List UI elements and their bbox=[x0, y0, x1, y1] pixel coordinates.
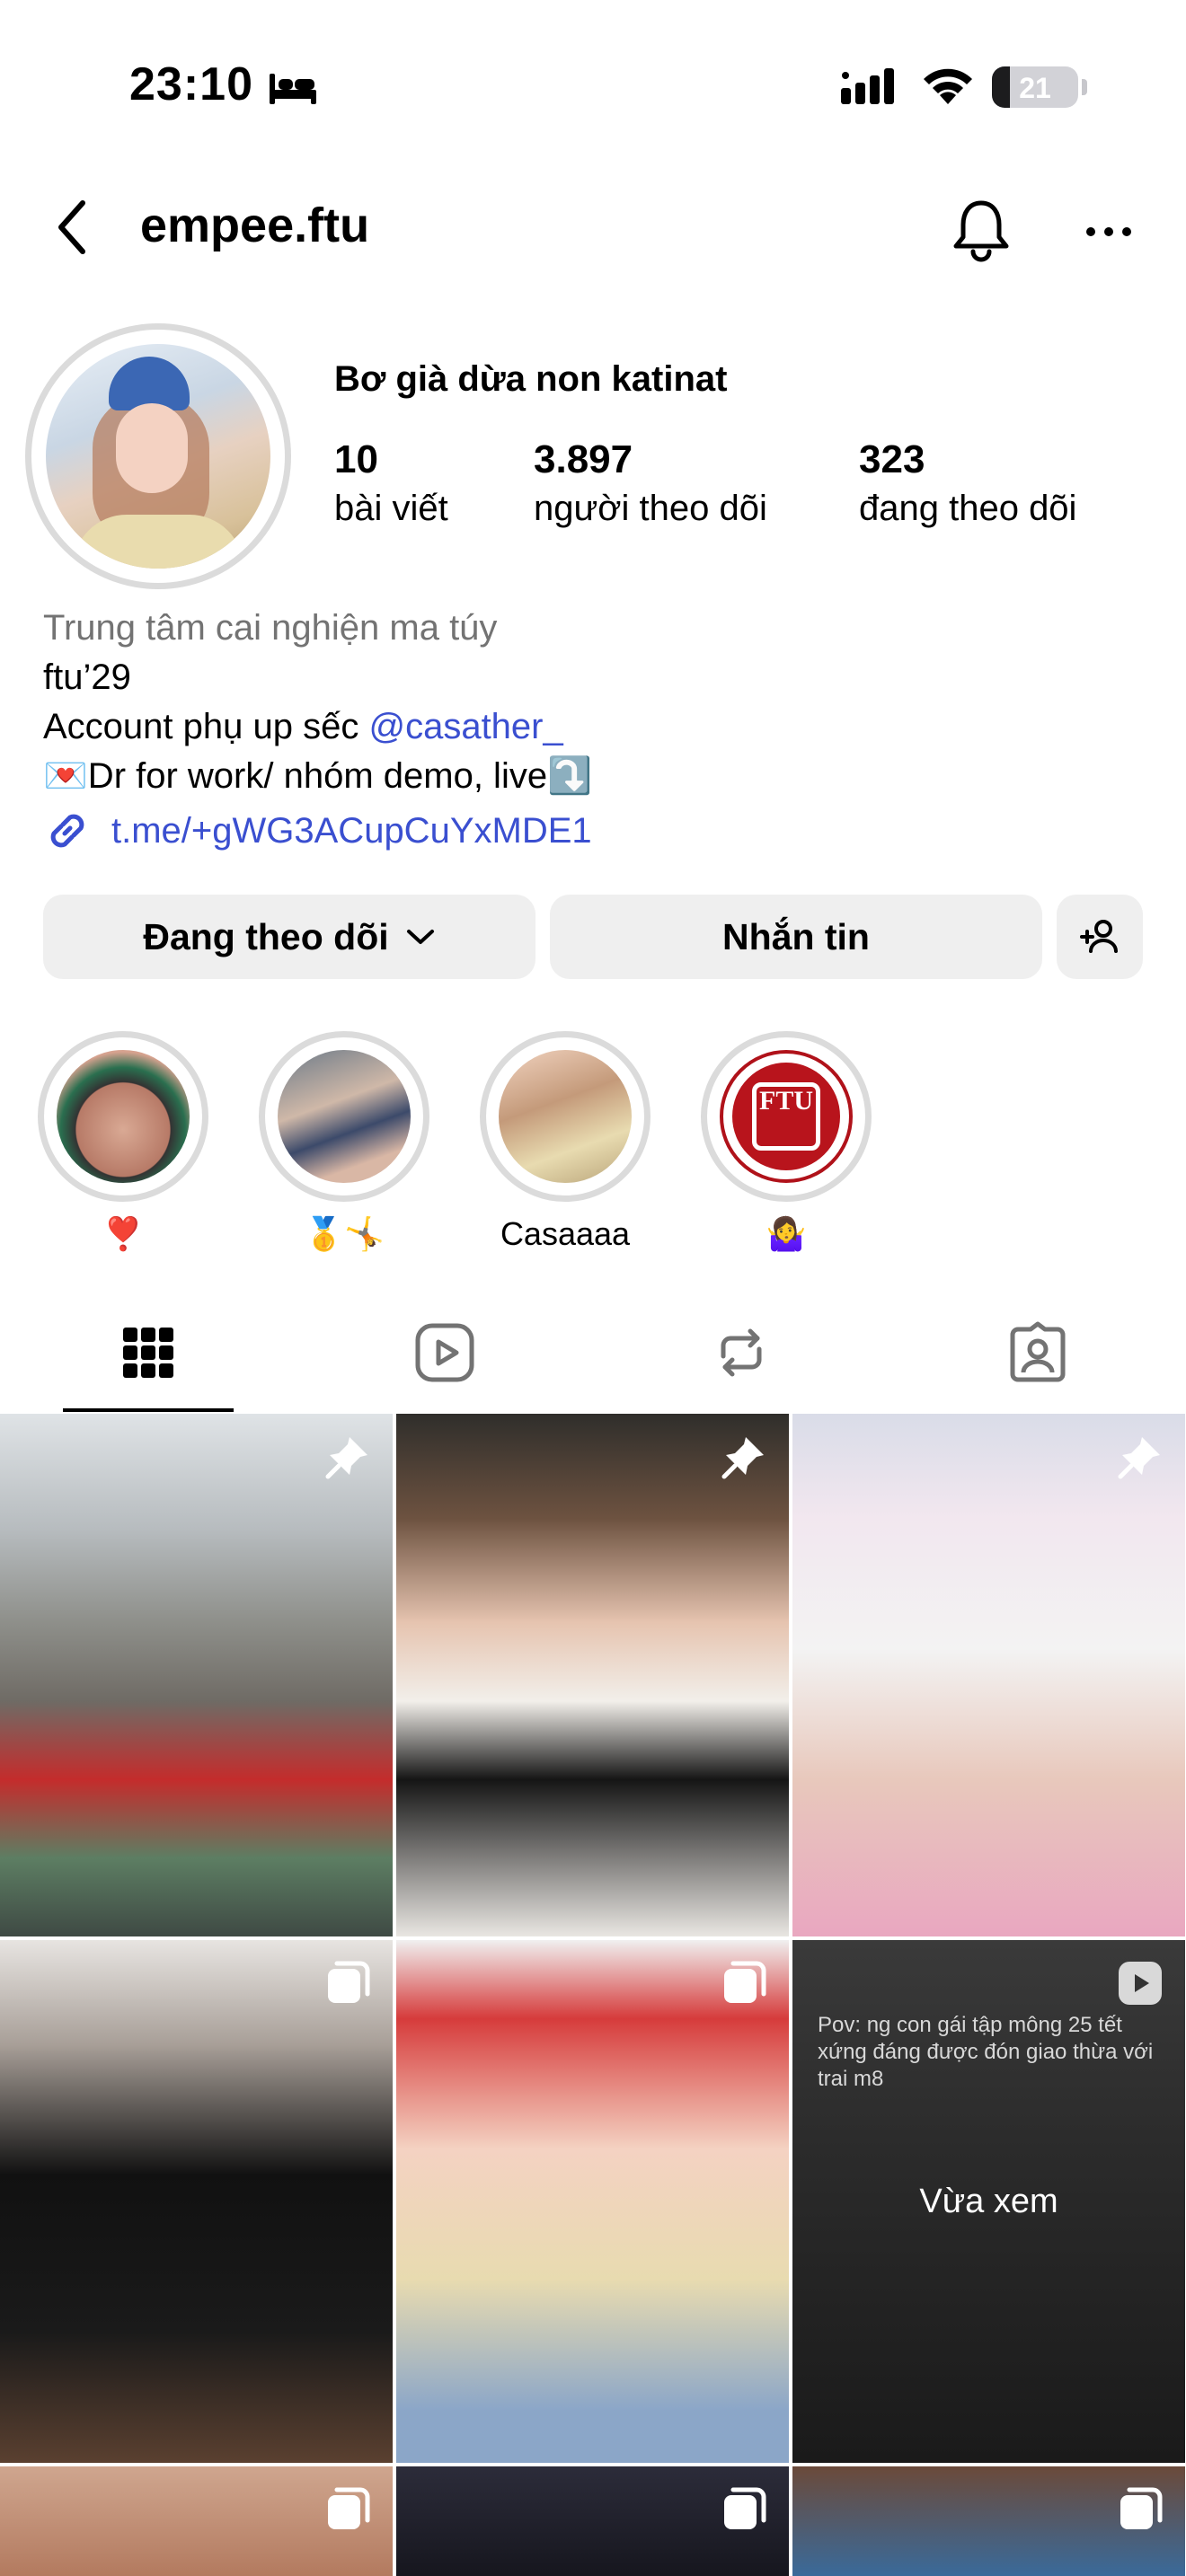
highlight-label: ❣️ bbox=[102, 1215, 144, 1252]
story-highlight[interactable]: Casaaaa bbox=[480, 1031, 651, 1254]
pin-icon bbox=[325, 1437, 367, 1479]
highlight-ring bbox=[38, 1031, 208, 1202]
tab-tagged[interactable] bbox=[890, 1293, 1186, 1412]
stat-posts[interactable]: 10 bài viết bbox=[334, 437, 448, 532]
post-thumbnail[interactable] bbox=[396, 1940, 789, 2463]
wifi-icon bbox=[924, 68, 972, 104]
tab-reposts[interactable] bbox=[593, 1293, 890, 1412]
following-count: 323 bbox=[859, 437, 925, 481]
following-label: đang theo dõi bbox=[859, 489, 1077, 528]
university-logo: FTU bbox=[732, 1063, 840, 1170]
carousel-icon bbox=[724, 1961, 766, 2003]
bio-line: ftu’29 bbox=[43, 657, 131, 697]
story-highlight[interactable]: FTU 🤷‍♀️ bbox=[701, 1031, 872, 1254]
post-thumbnail[interactable] bbox=[0, 1414, 393, 1936]
logo-text: FTU bbox=[759, 1086, 813, 1116]
carousel-icon bbox=[328, 1961, 370, 2003]
reposts-icon bbox=[721, 1328, 762, 1377]
battery-percent: 21 bbox=[1019, 72, 1051, 104]
bio-mention-link[interactable]: @casather_ bbox=[368, 707, 562, 746]
watched-label: Vừa xem bbox=[919, 2183, 1058, 2220]
posts-count: 10 bbox=[334, 437, 378, 481]
pin-icon bbox=[1118, 1437, 1160, 1479]
story-highlight[interactable]: 🥇🤸 bbox=[259, 1031, 429, 1254]
tagged-icon bbox=[1010, 1321, 1066, 1382]
battery-cap bbox=[1082, 79, 1087, 95]
bio-line: 💌Dr for work/ nhóm demo, live⤵️ bbox=[43, 756, 592, 796]
highlight-ring bbox=[259, 1031, 429, 1202]
highlight-cover: FTU bbox=[720, 1050, 853, 1183]
post-thumbnail[interactable] bbox=[0, 2466, 393, 2576]
pin-icon bbox=[721, 1437, 764, 1479]
post-thumbnail[interactable] bbox=[396, 1414, 789, 1936]
story-highlight[interactable]: ❣️ bbox=[38, 1031, 208, 1254]
cellular-signal-icon bbox=[841, 68, 894, 104]
reel-thumbnail[interactable]: Pov: ng con gái tập mông 25 tết xứng đán… bbox=[792, 1940, 1185, 2463]
chevron-left-icon[interactable] bbox=[50, 196, 95, 259]
profile-nav-bar: empee.ftu bbox=[0, 171, 1186, 287]
more-horizontal-icon[interactable] bbox=[1082, 205, 1136, 259]
reels-icon bbox=[1119, 1962, 1162, 2005]
post-thumbnail[interactable] bbox=[396, 2466, 789, 2576]
chevron-down-icon bbox=[406, 930, 434, 944]
bell-icon[interactable] bbox=[947, 196, 1015, 264]
highlight-cover bbox=[278, 1050, 411, 1183]
following-button-label: Đang theo dõi bbox=[143, 915, 389, 957]
grid-icon bbox=[123, 1328, 173, 1378]
battery-icon: 21 bbox=[992, 66, 1078, 108]
profile-display-name: Bơ già dừa non katinat bbox=[334, 359, 728, 399]
highlight-cover bbox=[57, 1050, 190, 1183]
highlight-label: 🥇🤸 bbox=[304, 1215, 385, 1252]
status-bar: 23:10 21 bbox=[0, 0, 1186, 171]
stat-followers[interactable]: 3.897 người theo dõi bbox=[534, 437, 767, 532]
status-time: 23:10 bbox=[129, 58, 253, 110]
post-thumbnail[interactable] bbox=[792, 2466, 1185, 2576]
carousel-icon bbox=[724, 2487, 766, 2529]
carousel-icon bbox=[328, 2487, 370, 2529]
following-button[interactable]: Đang theo dõi bbox=[43, 895, 535, 979]
followers-label: người theo dõi bbox=[534, 489, 767, 528]
bio-category: Trung tâm cai nghiện ma túy bbox=[43, 608, 498, 648]
bio-external-link[interactable]: t.me/+gWG3ACupCuYxMDE1 bbox=[43, 807, 592, 855]
bio-line-mention: Account phụ up sếc @casather_ bbox=[43, 702, 1157, 752]
highlight-label: Casaaaa bbox=[500, 1215, 631, 1252]
highlight-label: 🤷‍♀️ bbox=[766, 1215, 807, 1252]
message-button[interactable]: Nhắn tin bbox=[550, 895, 1042, 979]
tab-reels[interactable] bbox=[296, 1293, 593, 1412]
highlight-ring bbox=[480, 1031, 651, 1202]
posts-grid: Pov: ng con gái tập mông 25 tết xứng đán… bbox=[0, 1414, 1186, 2576]
profile-bio: Trung tâm cai nghiện ma túy ftu’29 Accou… bbox=[43, 604, 1157, 801]
add-user-icon bbox=[1080, 920, 1118, 953]
reels-icon bbox=[415, 1323, 474, 1382]
highlight-ring: FTU bbox=[701, 1031, 872, 1202]
tab-posts-grid[interactable] bbox=[0, 1293, 296, 1412]
reel-caption: Pov: ng con gái tập mông 25 tết xứng đán… bbox=[818, 2013, 1154, 2091]
profile-tabs bbox=[0, 1293, 1186, 1412]
post-thumbnail[interactable] bbox=[0, 1940, 393, 2463]
post-thumbnail[interactable] bbox=[792, 1414, 1185, 1936]
profile-avatar[interactable] bbox=[25, 323, 291, 589]
carousel-icon bbox=[1120, 2487, 1163, 2529]
profile-username: empee.ftu bbox=[140, 198, 370, 252]
stat-following[interactable]: 323 đang theo dõi bbox=[859, 437, 1076, 532]
followers-count: 3.897 bbox=[534, 437, 633, 481]
highlight-cover bbox=[499, 1050, 632, 1183]
link-icon bbox=[50, 814, 84, 848]
bio-link-text: t.me/+gWG3ACupCuYxMDE1 bbox=[111, 810, 592, 851]
posts-label: bài viết bbox=[334, 489, 448, 528]
bed-icon bbox=[270, 74, 316, 104]
message-button-label: Nhắn tin bbox=[722, 915, 870, 957]
avatar-image bbox=[46, 344, 270, 569]
suggest-accounts-button[interactable] bbox=[1057, 895, 1143, 979]
active-tab-indicator bbox=[63, 1408, 234, 1412]
bio-text: Account phụ up sếc bbox=[43, 707, 369, 746]
